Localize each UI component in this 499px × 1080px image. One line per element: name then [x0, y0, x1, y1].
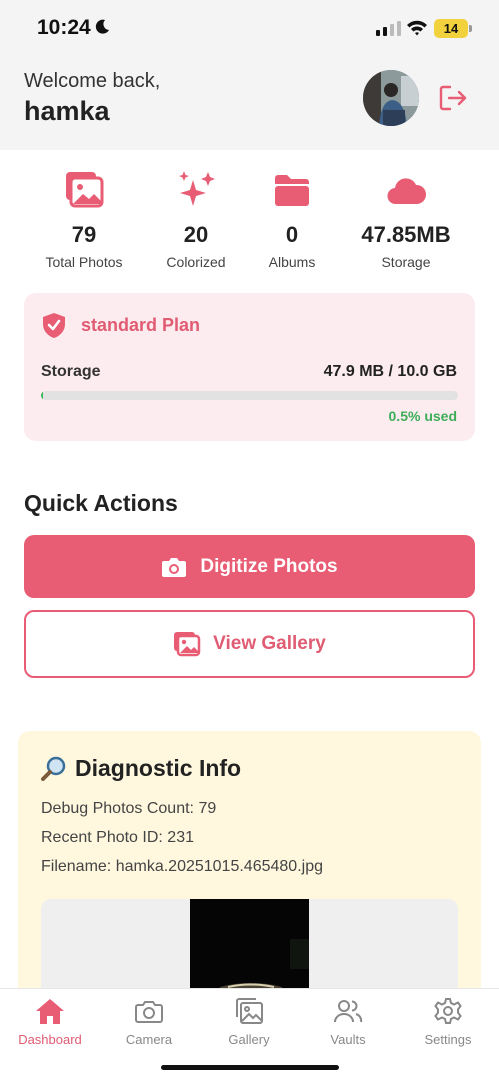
tab-label: Dashboard — [18, 1032, 82, 1047]
welcome-text: Welcome back, — [24, 70, 161, 92]
battery-tip — [469, 25, 472, 32]
tab-label: Settings — [424, 1032, 472, 1047]
users-icon — [334, 1000, 363, 1023]
folder-icon — [275, 175, 309, 206]
storage-progress-bar — [41, 391, 458, 400]
quick-actions-title: Quick Actions — [24, 490, 178, 516]
status-bar: 10:24 14 — [0, 0, 499, 58]
cloud-icon — [387, 178, 426, 205]
tab-settings[interactable]: Settings — [403, 997, 493, 1047]
digitize-photos-button[interactable]: Digitize Photos — [24, 535, 475, 598]
photos-icon — [66, 172, 104, 208]
preview-photo — [190, 899, 309, 988]
storage-used-text: 0.5% used — [388, 408, 457, 424]
gallery-icon — [174, 632, 201, 657]
recent-photo-filename: Filename: hamka.20251015.465480.jpg — [41, 858, 323, 875]
stat-label: Total Photos — [45, 254, 123, 270]
preview-image — [190, 899, 309, 988]
photo-preview[interactable] — [41, 899, 458, 988]
gallery-icon — [236, 998, 263, 1024]
tab-camera[interactable]: Camera — [104, 997, 194, 1047]
stat-storage: 47.85MB Storage — [346, 170, 466, 270]
stat-total-photos: 79 Total Photos — [24, 170, 144, 270]
tab-vaults[interactable]: Vaults — [303, 997, 393, 1047]
avatar[interactable] — [363, 70, 419, 126]
recent-photo-id: Recent Photo ID: 231 — [41, 829, 194, 846]
tab-dashboard[interactable]: Dashboard — [5, 997, 95, 1047]
home-icon — [36, 999, 64, 1024]
sparkles-icon — [179, 171, 215, 206]
tab-gallery[interactable]: Gallery — [204, 997, 294, 1047]
stat-value: 0 — [285, 222, 299, 247]
storage-progress-fill — [41, 391, 44, 400]
diagnostic-card: Diagnostic Info Debug Photos Count: 79 R… — [18, 731, 481, 988]
diagnostic-title-text: Diagnostic Info — [75, 755, 242, 781]
shield-check-icon — [43, 313, 65, 338]
magnifier-icon — [41, 756, 66, 781]
digitize-photos-label: Digitize Photos — [200, 555, 338, 577]
diagnostic-title: Diagnostic Info — [41, 755, 241, 782]
stat-value: 47.85MB — [361, 222, 451, 247]
moon-icon — [95, 19, 109, 34]
camera-icon — [135, 1001, 163, 1023]
stat-label: Albums — [268, 254, 316, 270]
stats-row: 79 Total Photos 20 Colorized 0 Albums 47… — [0, 170, 499, 280]
logout-icon[interactable] — [438, 84, 468, 112]
stat-label: Storage — [381, 254, 431, 270]
signal-icon — [376, 21, 401, 36]
username: hamka — [24, 96, 110, 126]
home-indicator — [161, 1065, 339, 1070]
tab-label: Vaults — [330, 1032, 366, 1047]
stat-value: 79 — [71, 222, 97, 247]
plan-card: standard Plan Storage 47.9 MB / 10.0 GB … — [24, 293, 475, 441]
wifi-icon — [407, 20, 427, 36]
view-gallery-button[interactable]: View Gallery — [24, 610, 475, 678]
plan-title: standard Plan — [81, 315, 201, 335]
battery-icon: 14 — [434, 19, 468, 38]
avatar-photo — [363, 70, 419, 126]
debug-photos-count: Debug Photos Count: 79 — [41, 800, 217, 817]
dashboard-header: Welcome back, hamka — [0, 58, 499, 150]
tab-label: Gallery — [228, 1032, 270, 1047]
gear-icon — [434, 998, 462, 1024]
view-gallery-label: View Gallery — [213, 633, 326, 654]
storage-label: Storage — [41, 363, 101, 380]
status-time: 10:24 — [37, 16, 91, 39]
tab-label: Camera — [125, 1032, 173, 1047]
storage-value: 47.9 MB / 10.0 GB — [323, 363, 457, 380]
camera-icon — [162, 557, 187, 577]
stat-albums: 0 Albums — [232, 170, 352, 270]
